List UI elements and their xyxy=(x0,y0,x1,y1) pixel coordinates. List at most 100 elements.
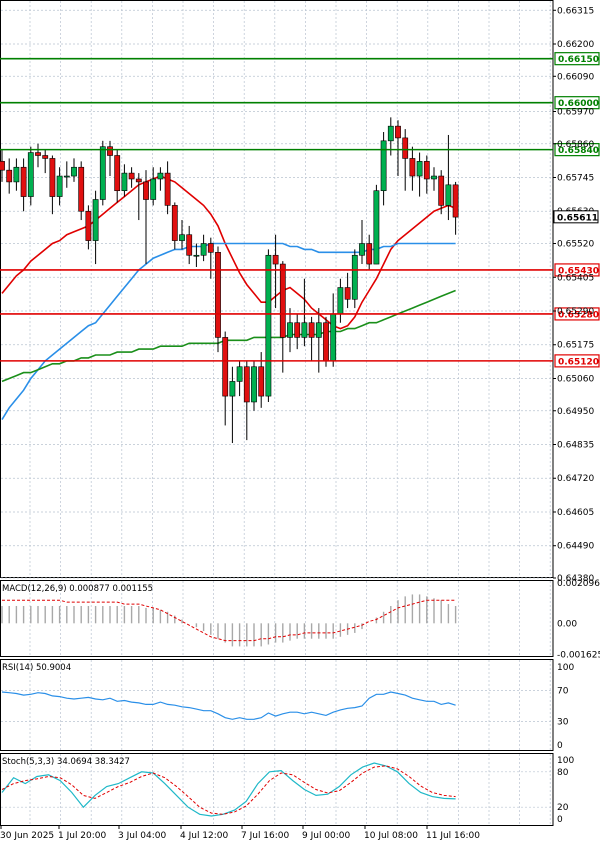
candle-body-bear xyxy=(135,178,142,183)
candle-body-bear xyxy=(366,243,373,265)
rsi-label: RSI(14) 50.9004 xyxy=(2,663,71,673)
candle-body-bear xyxy=(452,184,459,218)
price-tick-label: 0.66090 xyxy=(557,72,594,82)
candle-body-bull xyxy=(150,178,157,200)
price-tick-label: 0.64605 xyxy=(557,508,594,518)
candle-body-bull xyxy=(387,125,394,142)
candle-body-bear xyxy=(402,137,409,159)
price-tick-label: 0.64720 xyxy=(557,474,594,484)
candle-body-bull xyxy=(200,243,207,256)
time-tick-label: 7 Jul 16:00 xyxy=(241,831,290,841)
price-chart[interactable]: 0.661500.660000.658400.654300.652800.651… xyxy=(0,0,600,848)
rsi-tick-label: 30 xyxy=(557,718,569,728)
candle-body-bear xyxy=(438,175,445,206)
level-label: 0.65120 xyxy=(558,357,599,367)
candle-body-bear xyxy=(85,210,92,241)
macd-tick-label: -0.001625 xyxy=(557,651,600,661)
candle-body-bull xyxy=(236,366,243,382)
candle-body-bull xyxy=(431,175,437,180)
candle-body-bear xyxy=(0,161,5,171)
stoch-label: Stoch(5,3,3) 34.0694 38.3427 xyxy=(2,757,130,767)
candle xyxy=(351,249,358,309)
candle-body-bear xyxy=(128,172,135,180)
price-tick-label: 0.65405 xyxy=(557,273,594,283)
candle-body-bear xyxy=(35,152,41,156)
candle-body-bull xyxy=(63,175,70,178)
candle xyxy=(373,184,380,265)
stoch-tick-label: 0 xyxy=(557,815,563,825)
candle-body-bear xyxy=(49,158,56,197)
time-tick-label: 11 Jul 16:00 xyxy=(426,831,480,841)
candle-body-bull xyxy=(179,234,185,241)
candle-body-bear xyxy=(243,366,250,403)
candle-body-bull xyxy=(121,172,128,192)
candle-body-bull xyxy=(92,199,99,241)
candle-body-bull xyxy=(251,366,257,403)
price-tick-label: 0.65745 xyxy=(557,174,594,184)
candle-body-bull xyxy=(193,254,200,257)
candle-body-bear xyxy=(222,337,229,397)
candle xyxy=(215,246,221,353)
candle-body-bull xyxy=(265,254,272,397)
candle-body-bear xyxy=(143,181,149,200)
candle-body-bear xyxy=(186,234,193,256)
candle-body-bull xyxy=(13,166,20,183)
candle-body-bull xyxy=(287,322,293,338)
time-tick-label: 9 Jul 00:00 xyxy=(302,831,351,841)
candle xyxy=(323,316,329,367)
rsi-tick-label: 100 xyxy=(557,663,574,673)
price-tick-label: 0.64950 xyxy=(557,407,594,417)
candle-body-bear xyxy=(114,155,121,192)
candle-body-bull xyxy=(229,381,236,397)
candle-body-bull xyxy=(359,243,365,256)
candle-body-bear xyxy=(323,322,329,362)
candle-body-bear xyxy=(207,243,214,253)
candle-body-bear xyxy=(279,263,286,338)
price-tick-label: 0.65970 xyxy=(557,107,594,117)
candle-body-bear xyxy=(164,172,171,206)
candle-body-bull xyxy=(315,322,322,338)
candle-body-bear xyxy=(423,161,430,180)
time-tick-label: 4 Jul 12:00 xyxy=(180,831,229,841)
candle-body-bear xyxy=(171,205,178,241)
candle-body-bear xyxy=(294,322,301,338)
candle-body-bear xyxy=(395,125,401,139)
candle-body-bear xyxy=(78,166,85,212)
candle-body-bear xyxy=(344,287,351,300)
candle xyxy=(27,146,34,206)
candle-body-bear xyxy=(215,252,221,338)
candle-body-bull xyxy=(157,172,164,180)
candle-body-bear xyxy=(272,254,279,265)
price-tick-label: 0.65520 xyxy=(557,240,594,250)
candle-body-bull xyxy=(373,190,380,265)
rsi-tick-label: 70 xyxy=(557,686,569,696)
current-price-label: 0.65611 xyxy=(557,213,598,223)
candle-body-bull xyxy=(330,313,337,362)
price-tick-label: 0.65860 xyxy=(557,140,594,150)
price-tick-label: 0.64490 xyxy=(557,542,594,552)
candle-body-bull xyxy=(71,166,77,177)
candle xyxy=(265,249,272,402)
stoch-tick-label: 20 xyxy=(557,803,569,813)
candle-body-bull xyxy=(56,175,63,197)
price-tick-label: 0.65175 xyxy=(557,341,594,351)
candle xyxy=(99,140,106,206)
candle-body-bull xyxy=(27,152,34,197)
time-tick-label: 10 Jul 08:00 xyxy=(364,831,418,841)
macd-label: MACD(12,26,9) 0.000877 0.001155 xyxy=(2,584,153,594)
candle-body-bull xyxy=(301,322,308,338)
candle-body-bear xyxy=(42,155,49,159)
candle-body-bull xyxy=(445,184,452,206)
price-tick-label: 0.66200 xyxy=(557,40,594,50)
candle-body-bear xyxy=(6,169,13,183)
candle-body-bear xyxy=(308,322,315,338)
candle-body-bull xyxy=(380,140,387,192)
candle-body-bull xyxy=(99,146,106,200)
level-label: 0.66150 xyxy=(558,55,599,65)
price-tick-label: 0.64835 xyxy=(557,441,594,451)
stoch-tick-label: 80 xyxy=(557,768,569,778)
chart-background xyxy=(0,0,600,848)
candle-body-bull xyxy=(416,161,423,177)
macd-tick-label: 0.002096 xyxy=(557,579,600,589)
rsi-tick-label: 0 xyxy=(557,741,563,751)
